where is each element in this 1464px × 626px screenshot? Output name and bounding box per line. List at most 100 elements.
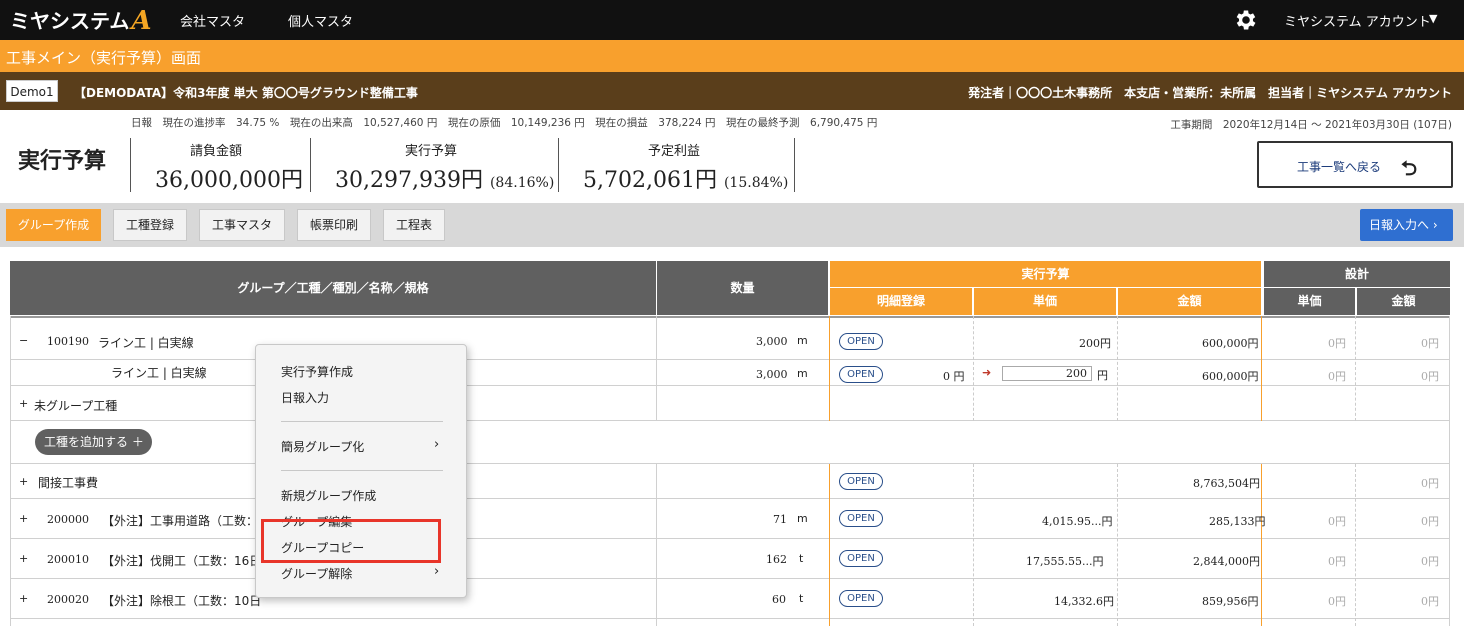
expand-toggle[interactable]: + [19, 475, 28, 488]
grid-line [656, 464, 657, 626]
open-button[interactable]: OPEN [839, 550, 883, 567]
row-amount: 859,956円 [1202, 595, 1259, 608]
col-header-detail: 明細登録 [830, 288, 972, 315]
row-design-unit: 0円 [1328, 337, 1346, 350]
account-menu[interactable]: ミヤシステム アカウント [1284, 11, 1431, 30]
highlight-box [261, 519, 441, 563]
col-header-design-unit: 単価 [1264, 288, 1355, 315]
col-group-design: 設計 [1264, 261, 1450, 287]
expand-toggle[interactable]: + [19, 552, 28, 565]
row-design-unit: 0円 [1328, 370, 1346, 383]
row-amount: 600,000円 [1202, 337, 1259, 350]
grid-line [973, 316, 974, 421]
return-icon: ⮌ [1401, 156, 1418, 180]
add-work-type-button[interactable]: 工種を追加する ＋ [35, 429, 152, 455]
row-unit: m [797, 367, 808, 380]
grid-line [1261, 316, 1262, 421]
budget-amount: 30,297,939円 [335, 168, 483, 193]
expand-toggle[interactable]: + [19, 512, 28, 525]
open-button[interactable]: OPEN [839, 333, 883, 350]
profit-percent: (15.84%) [723, 175, 789, 191]
daily-report-button[interactable]: 日報入力へ › [1360, 209, 1453, 241]
row-name[interactable]: ライン工 | 白実線 [98, 334, 194, 351]
app-logo[interactable]: ミヤシステムA [10, 5, 152, 36]
open-button[interactable]: OPEN [839, 510, 883, 527]
col-header-unit-price: 単価 [974, 288, 1116, 315]
grid-line [829, 316, 830, 421]
row-unit-price: 17,555.55...円 [1026, 555, 1104, 568]
row-qty: 162 [766, 553, 787, 566]
grid-line [10, 316, 11, 626]
nav-company-master[interactable]: 会社マスタ [180, 11, 245, 30]
grid-line [656, 316, 657, 421]
menu-item-ungroup[interactable]: グループ解除 [281, 565, 352, 582]
back-to-list-button[interactable]: 工事一覧へ戻る ⮌ [1257, 141, 1453, 188]
menu-item-simple-group[interactable]: 簡易グループ化 [281, 438, 364, 455]
profit-label: 予定利益 [648, 144, 701, 159]
row-amount: 600,000円 [1202, 370, 1259, 383]
gear-icon[interactable] [1233, 7, 1259, 33]
menu-item-create-budget[interactable]: 実行予算作成 [281, 363, 353, 380]
row-design-amount: 0円 [1421, 370, 1439, 383]
menu-item-daily-report[interactable]: 日報入力 [281, 389, 329, 406]
row-unit: m [797, 512, 808, 525]
expand-toggle[interactable]: + [19, 592, 28, 605]
expand-toggle[interactable]: + [19, 397, 28, 410]
menu-divider [281, 470, 443, 471]
open-button[interactable]: OPEN [839, 473, 883, 490]
divider [794, 138, 795, 192]
budget-label: 実行予算 [405, 144, 458, 159]
chevron-down-icon[interactable]: ▼ [1429, 12, 1437, 25]
row-design-unit: 0円 [1328, 595, 1346, 608]
project-info: 発注者｜〇〇〇土木事務所 本支店・営業所：未所属 担当者｜ミヤシステム アカウン… [968, 86, 1452, 100]
row-name[interactable]: 【外注】除根工（工数：10日 [102, 592, 261, 609]
schedule-button[interactable]: 工程表 [383, 209, 445, 241]
menu-divider [281, 421, 443, 422]
row-amount: 8,763,504円 [1193, 477, 1260, 490]
row-name[interactable]: 未グループ工種 [34, 397, 117, 414]
row-amount: 2,844,000円 [1193, 555, 1260, 568]
open-button[interactable]: OPEN [839, 366, 883, 383]
row-detail-amount: 0 円 [943, 370, 965, 383]
nav-personal-master[interactable]: 個人マスタ [288, 11, 353, 30]
arrow-icon: ➜ [982, 366, 992, 379]
work-period: 工事期間 2020年12月14日 ～ 2021年03月30日 (107日) [1170, 119, 1452, 131]
row-unit: m [797, 334, 808, 347]
row-design-amount: 0円 [1421, 337, 1439, 350]
row-design-amount: 0円 [1421, 515, 1439, 528]
divider [130, 138, 131, 192]
work-master-button[interactable]: 工事マスタ [199, 209, 285, 241]
row-name[interactable]: 間接工事費 [38, 474, 98, 491]
row-design-unit: 0円 [1328, 555, 1346, 568]
row-name[interactable]: 【外注】伐開工（工数：16日 [102, 552, 261, 569]
open-button[interactable]: OPEN [839, 590, 883, 607]
row-qty: 3,000 [756, 368, 788, 381]
unit-price-input[interactable]: 200 [1002, 366, 1092, 381]
row-code: 200010 [47, 553, 89, 566]
profit-amount: 5,702,061円 [583, 168, 717, 193]
row-unit-price: 14,332.6円 [1054, 595, 1114, 608]
print-forms-button[interactable]: 帳票印刷 [297, 209, 371, 241]
divider [310, 138, 311, 192]
row-unit: t [799, 592, 804, 605]
grid-line [1261, 464, 1262, 626]
row-qty: 3,000 [756, 335, 788, 348]
chevron-right-icon: › [434, 437, 440, 452]
collapse-toggle[interactable]: − [19, 334, 28, 347]
row-name[interactable]: ライン工 | 白実線 [111, 364, 207, 381]
table-row [10, 421, 1450, 464]
menu-item-new-group[interactable]: 新規グループ作成 [281, 487, 376, 504]
chevron-right-icon: › [434, 564, 440, 579]
table-row[interactable] [10, 386, 1450, 421]
row-unit-price: 4,015.95...円 [1042, 515, 1113, 528]
row-name[interactable]: 【外注】工事用道路（工数： [102, 512, 258, 529]
divider [558, 138, 559, 192]
project-code-badge: Demo1 [6, 80, 58, 102]
register-work-type-button[interactable]: 工種登録 [113, 209, 187, 241]
profit-value: 5,702,061円 (15.84%) [583, 162, 788, 194]
contract-label: 請負金額 [190, 144, 243, 159]
grid-line [1117, 464, 1118, 626]
row-design-amount: 0円 [1421, 477, 1439, 490]
row-qty: 60 [772, 593, 786, 606]
create-group-button[interactable]: グループ作成 [6, 209, 101, 241]
